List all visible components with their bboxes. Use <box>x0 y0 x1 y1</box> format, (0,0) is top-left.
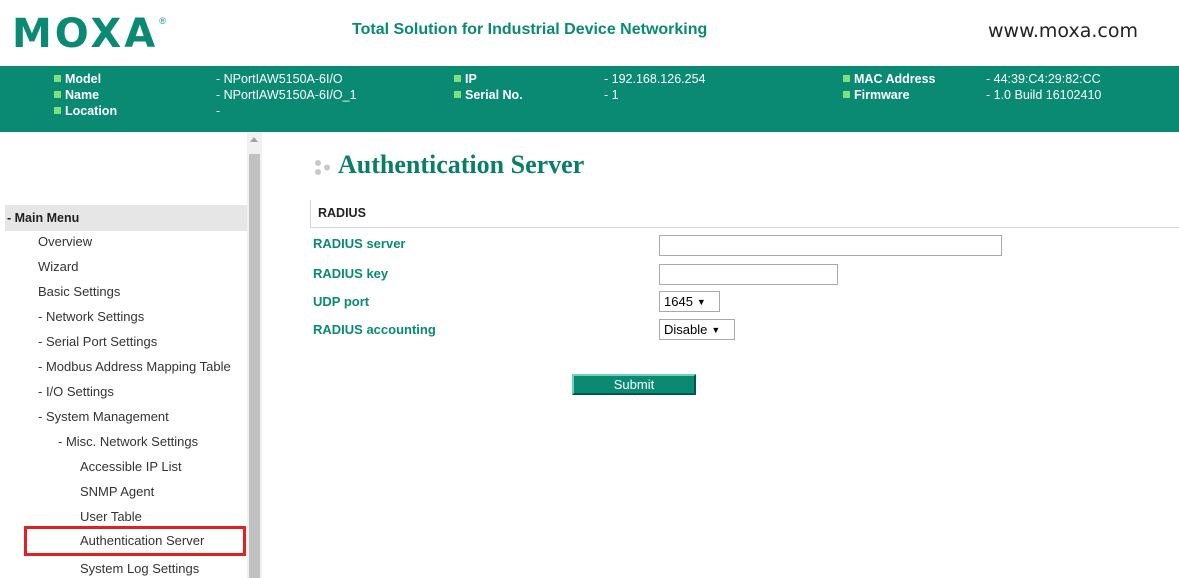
radius-accounting-select[interactable]: Disable ▼ <box>659 319 735 340</box>
sidebar-item-snmp-agent[interactable]: SNMP Agent <box>80 484 154 500</box>
bullet-icon <box>54 75 61 82</box>
chevron-down-icon: ▼ <box>696 297 706 307</box>
firmware-label: Firmware <box>843 87 910 103</box>
ip-label: IP <box>454 71 477 87</box>
sidebar-scrollbar[interactable] <box>247 132 262 578</box>
bullet-icon <box>843 75 850 82</box>
sidebar-item-wizard[interactable]: Wizard <box>38 259 78 275</box>
logo-text: MOXA <box>12 11 159 57</box>
firmware-value: - 1.0 Build 16102410 <box>986 88 1102 102</box>
sidebar-item-system-management[interactable]: - System Management <box>38 409 169 425</box>
radius-key-label: RADIUS key <box>313 266 389 281</box>
sidebar-item-misc-network-settings[interactable]: - Misc. Network Settings <box>58 434 198 450</box>
serial-label: Serial No. <box>454 87 523 103</box>
moxa-logo: MOXA ® <box>12 14 166 54</box>
mac-value: - 44:39:C4:29:82:CC <box>986 72 1101 86</box>
scroll-up-arrow-icon[interactable] <box>250 137 258 142</box>
radius-server-input[interactable] <box>659 235 1002 256</box>
ip-value: - 192.168.126.254 <box>604 72 706 86</box>
scrollbar-thumb[interactable] <box>249 154 260 578</box>
name-value: - NPortIAW5150A-6I/O_1 <box>216 88 357 102</box>
sidebar-item-network-settings[interactable]: - Network Settings <box>38 309 144 325</box>
radius-accounting-label: RADIUS accounting <box>313 322 436 337</box>
radius-key-input[interactable] <box>659 264 838 285</box>
bullet-icon <box>54 107 61 114</box>
sidebar-item-modbus-mapping[interactable]: - Modbus Address Mapping Table <box>38 359 231 375</box>
bullet-icon <box>454 75 461 82</box>
sidebar-item-basic-settings[interactable]: Basic Settings <box>38 284 120 300</box>
website-link[interactable]: www.moxa.com <box>988 20 1138 42</box>
sidebar-item-user-table[interactable]: User Table <box>80 509 142 525</box>
name-label: Name <box>54 87 99 103</box>
bullet-icon <box>454 91 461 98</box>
sidebar-item-serial-port-settings[interactable]: - Serial Port Settings <box>38 334 157 350</box>
tagline: Total Solution for Industrial Device Net… <box>352 21 708 38</box>
udp-port-value: 1645 <box>664 294 693 309</box>
model-label: Model <box>54 71 101 87</box>
mac-label: MAC Address <box>843 71 936 87</box>
location-value: - <box>216 104 221 118</box>
sidebar-item-label: Authentication Server <box>80 533 205 548</box>
serial-value: - 1 <box>604 88 619 102</box>
udp-port-select[interactable]: 1645 ▼ <box>659 291 720 312</box>
chevron-down-icon: ▼ <box>711 325 721 335</box>
sidebar-item-system-log-settings[interactable]: System Log Settings <box>80 561 199 577</box>
udp-port-label: UDP port <box>313 294 370 309</box>
sidebar-item-io-settings[interactable]: - I/O Settings <box>38 384 114 400</box>
bullet-icon <box>843 91 850 98</box>
model-value: - NPortIAW5150A-6I/O <box>216 72 343 86</box>
title-dots-icon <box>315 160 330 175</box>
sidebar-item-accessible-ip-list[interactable]: Accessible IP List <box>80 459 182 475</box>
sidebar-item-overview[interactable]: Overview <box>38 234 92 250</box>
radius-server-label: RADIUS server <box>313 236 406 251</box>
sidebar-item-authentication-server[interactable]: Authentication Server <box>24 526 246 556</box>
page-header: MOXA ® Total Solution for Industrial Dev… <box>0 0 1179 66</box>
bullet-icon <box>54 91 61 98</box>
device-info-bar: Model - NPortIAW5150A-6I/O Name - NPortI… <box>0 66 1179 132</box>
page-title: Authentication Server <box>338 150 585 179</box>
sidebar-menu: - Main Menu Overview Wizard Basic Settin… <box>0 132 262 578</box>
section-title: RADIUS <box>318 206 366 220</box>
logo-registered-mark: ® <box>159 16 166 26</box>
location-label: Location <box>54 103 117 119</box>
radius-section-header: RADIUS <box>310 200 1179 228</box>
submit-button[interactable]: Submit <box>572 374 696 395</box>
radius-accounting-value: Disable <box>664 322 708 337</box>
main-menu-header[interactable]: - Main Menu <box>5 205 247 231</box>
